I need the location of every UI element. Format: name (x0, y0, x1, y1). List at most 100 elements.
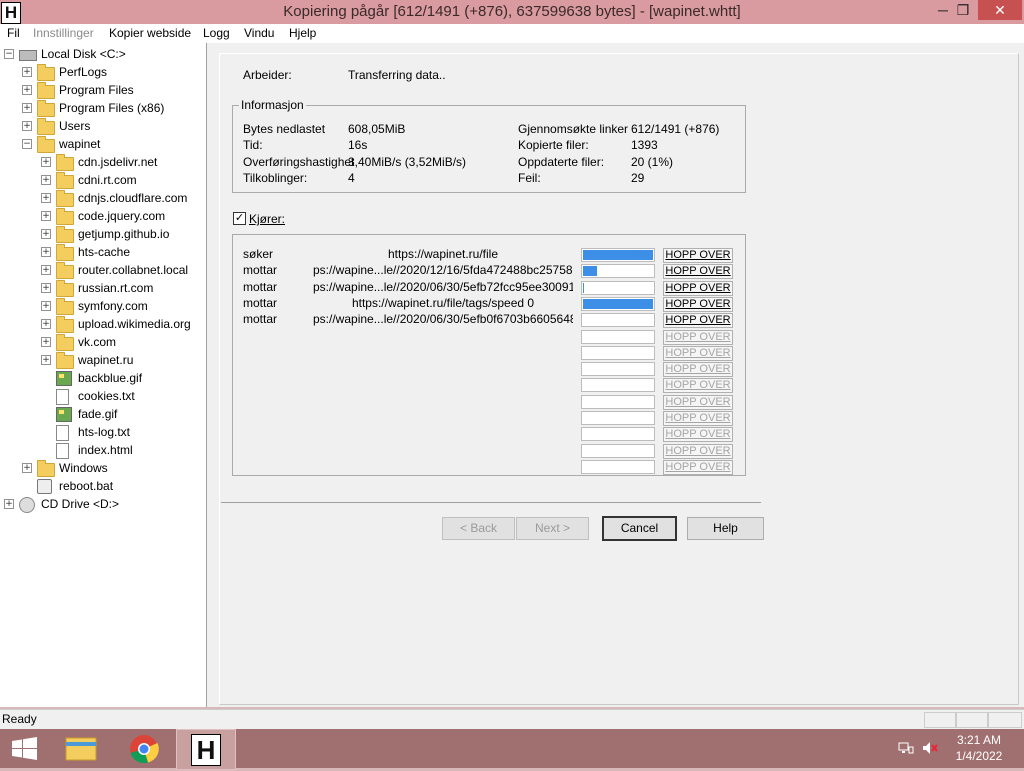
info-group: Informasjon Bytes nedlastet 608,05MiB Ti… (232, 98, 746, 193)
tree-item[interactable]: + PerfLogs (0, 63, 206, 81)
expand-icon[interactable]: + (41, 301, 51, 311)
menu-copy-website[interactable]: Kopier webside (109, 26, 191, 40)
tree-item[interactable]: + cdni.rt.com (0, 171, 206, 189)
tree-item[interactable]: reboot.bat (0, 477, 206, 495)
tree-item[interactable]: index.html (0, 441, 206, 459)
expand-icon[interactable]: + (22, 121, 32, 131)
skip-button[interactable]: HOPP OVER (663, 345, 733, 361)
status-segment (988, 712, 1022, 728)
tree-item[interactable]: + hts-cache (0, 243, 206, 261)
tree-item[interactable]: backblue.gif (0, 369, 206, 387)
tree-item[interactable]: + cdnjs.cloudflare.com (0, 189, 206, 207)
expand-icon[interactable]: + (41, 247, 51, 257)
tree-item-label: upload.wikimedia.org (78, 317, 191, 331)
transfer-progress-fill (583, 250, 653, 260)
expand-icon[interactable]: + (41, 211, 51, 221)
tree-item[interactable]: fade.gif (0, 405, 206, 423)
expand-icon[interactable]: + (41, 193, 51, 203)
expand-icon[interactable]: + (22, 103, 32, 113)
skip-button[interactable]: HOPP OVER (663, 362, 733, 378)
tree-item[interactable]: + router.collabnet.local (0, 261, 206, 279)
taskbar-file-explorer[interactable] (55, 729, 105, 768)
taskbar-chrome[interactable] (120, 729, 170, 768)
collapse-icon[interactable]: − (4, 49, 14, 59)
skip-button[interactable]: HOPP OVER (663, 378, 733, 394)
expand-icon[interactable]: + (41, 229, 51, 239)
clock[interactable]: 3:21 AM 1/4/2022 (948, 733, 1010, 763)
menu-help[interactable]: Hjelp (289, 26, 316, 40)
skip-button[interactable]: HOPP OVER (663, 443, 733, 459)
skip-button[interactable]: HOPP OVER (663, 264, 733, 280)
tree-item-label: symfony.com (78, 299, 148, 313)
skip-button[interactable]: HOPP OVER (663, 329, 733, 345)
tree-item-label: getjump.github.io (78, 227, 170, 241)
volume-muted-icon[interactable] (922, 741, 938, 755)
maximize-button[interactable]: ❐ (946, 0, 980, 20)
folder-tree[interactable]: − Local Disk <C:> + PerfLogs + Program Files +… (0, 43, 207, 707)
skip-button[interactable]: HOPP OVER (663, 394, 733, 410)
tree-item[interactable]: + wapinet.ru (0, 351, 206, 369)
taskbar-httrack[interactable]: H (176, 729, 236, 770)
tree-item[interactable]: + symfony.com (0, 297, 206, 315)
tree-item-label: hts-cache (78, 245, 131, 259)
transfer-progress-bar (581, 378, 655, 393)
skip-button[interactable]: HOPP OVER (663, 296, 733, 312)
expand-icon[interactable]: + (22, 463, 32, 473)
menu-log[interactable]: Logg (203, 26, 230, 40)
tree-item[interactable]: + Users (0, 117, 206, 135)
transfer-progress-bar (581, 411, 655, 425)
tree-item[interactable]: + code.jquery.com (0, 207, 206, 225)
transfer-progress-bar (581, 248, 655, 262)
tree-item[interactable]: + upload.wikimedia.org (0, 315, 206, 333)
status-segment (924, 712, 956, 728)
network-icon[interactable] (898, 741, 914, 755)
tree-item-label: hts-log.txt (78, 425, 131, 439)
skip-button[interactable]: HOPP OVER (663, 248, 733, 263)
help-button[interactable]: Help (687, 517, 764, 540)
skip-button[interactable]: HOPP OVER (663, 411, 733, 426)
collapse-icon[interactable]: − (22, 139, 32, 149)
links-value: 612/1491 (+876) (631, 122, 720, 136)
tree-item[interactable]: − wapinet (0, 135, 206, 153)
expand-icon[interactable]: + (41, 265, 51, 275)
expand-icon[interactable]: + (4, 499, 14, 509)
menu-window[interactable]: Vindu (244, 26, 274, 40)
expand-icon[interactable]: + (41, 337, 51, 347)
title-bar[interactable]: H Kopiering pågår [612/1491 (+876), 6375… (0, 0, 1024, 24)
skip-button[interactable]: HOPP OVER (663, 427, 733, 443)
next-button[interactable]: Next > (516, 517, 589, 540)
menu-file[interactable]: Fil (7, 26, 20, 40)
close-button[interactable]: ✕ (978, 0, 1022, 20)
back-button[interactable]: < Back (442, 517, 515, 540)
tree-item[interactable]: + getjump.github.io (0, 225, 206, 243)
tree-item[interactable]: + Windows (0, 459, 206, 477)
expand-icon[interactable]: + (41, 283, 51, 293)
disk-drive-icon (19, 50, 37, 61)
expand-icon[interactable]: + (41, 355, 51, 365)
expand-icon[interactable]: + (41, 157, 51, 167)
tree-item[interactable]: hts-log.txt (0, 423, 206, 441)
tree-item[interactable]: cookies.txt (0, 387, 206, 405)
folder-icon (37, 136, 55, 153)
skip-button[interactable]: HOPP OVER (663, 280, 733, 296)
skip-button[interactable]: HOPP OVER (663, 459, 733, 475)
expand-icon[interactable]: + (41, 319, 51, 329)
tree-item[interactable]: + cdn.jsdelivr.net (0, 153, 206, 171)
running-checkbox[interactable]: ✓ (233, 212, 246, 225)
expand-icon[interactable]: + (41, 175, 51, 185)
tree-item[interactable]: + Program Files (0, 81, 206, 99)
bytes-value: 608,05MiB (348, 122, 406, 136)
skip-button[interactable]: HOPP OVER (663, 313, 733, 329)
tree-item[interactable]: + vk.com (0, 333, 206, 351)
expand-icon[interactable]: + (22, 85, 32, 95)
folder-icon (56, 334, 74, 351)
cancel-button[interactable]: Cancel (602, 516, 677, 541)
expand-icon[interactable]: + (22, 67, 32, 77)
tree-item[interactable]: + Program Files (x86) (0, 99, 206, 117)
menu-settings[interactable]: Innstillinger (33, 26, 94, 40)
tree-item[interactable]: + CD Drive <D:> (0, 495, 206, 513)
start-button[interactable] (0, 729, 50, 768)
tree-item[interactable]: − Local Disk <C:> (0, 45, 206, 63)
tree-item[interactable]: + russian.rt.com (0, 279, 206, 297)
transfer-status: mottar (243, 279, 278, 294)
